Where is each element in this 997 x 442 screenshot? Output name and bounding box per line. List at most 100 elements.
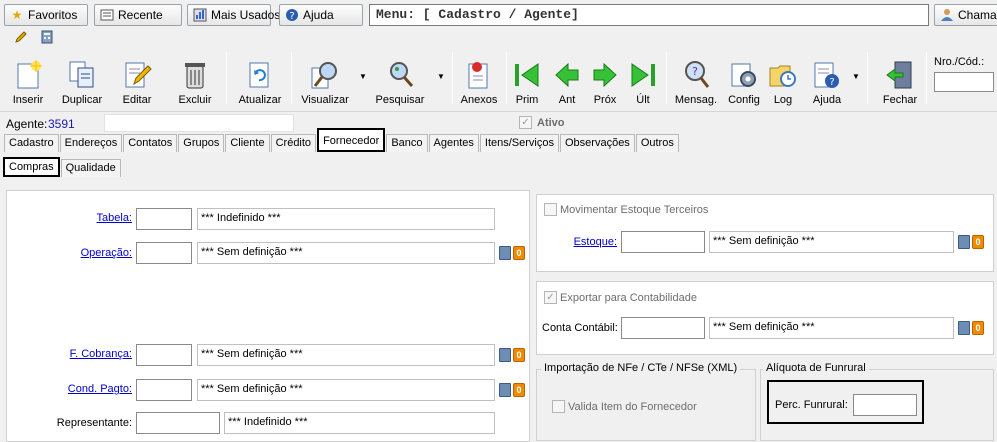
toolbar-separator: [452, 52, 453, 104]
conta-contabil-description: *** Sem definição ***: [709, 317, 954, 339]
refresh-icon: [245, 60, 275, 90]
operacao-lookup-button[interactable]: 0: [499, 244, 527, 262]
ajuda-toolbar-label: Ajuda: [812, 94, 842, 106]
exit-door-icon: [885, 60, 915, 90]
ajuda-toolbar-button[interactable]: ? Ajuda: [808, 50, 846, 106]
editar-button[interactable]: Editar: [118, 50, 156, 106]
log-label: Log: [773, 94, 793, 106]
pesquisar-dropdown-icon[interactable]: ▼: [437, 72, 445, 81]
cond-pagto-description: *** Sem definição ***: [197, 379, 495, 401]
recent-icon: [100, 8, 114, 22]
tab-cliente[interactable]: Cliente: [225, 134, 270, 152]
subtab-compras[interactable]: Compras: [3, 157, 60, 177]
representante-description: *** Indefinido ***: [224, 412, 495, 434]
nro-cod-input[interactable]: [934, 72, 994, 92]
ajuda-top-button[interactable]: ? Ajuda: [279, 4, 363, 26]
tab-banco[interactable]: Banco: [386, 134, 428, 152]
valida-label: Valida Item do Fornecedor: [568, 401, 697, 413]
chama-button[interactable]: Chama: [934, 4, 997, 26]
tab-itens-servi-os[interactable]: Itens/Serviços: [479, 134, 559, 152]
fechar-label: Fechar: [882, 94, 918, 106]
representante-input[interactable]: [136, 412, 220, 434]
svg-text:?: ?: [829, 77, 834, 88]
recente-label: Recente: [118, 8, 163, 22]
conta-contabil-input[interactable]: [621, 317, 705, 339]
ult-label: Últ: [636, 94, 650, 106]
toolbar-separator: [506, 52, 507, 104]
prim-label: Prim: [515, 94, 539, 106]
excluir-button[interactable]: Excluir: [176, 50, 214, 106]
mais-usados-button[interactable]: Mais Usados: [187, 4, 280, 26]
conta-contabil-lookup-button[interactable]: 0: [958, 319, 986, 337]
mensag-button[interactable]: ? Mensag.: [674, 50, 718, 106]
tab-outros[interactable]: Outros: [635, 134, 679, 152]
pesquisar-label: Pesquisar: [375, 94, 425, 106]
ant-button[interactable]: Ant: [552, 50, 582, 106]
valida-checkbox[interactable]: [552, 400, 565, 413]
tab-cadastro[interactable]: Cadastro: [4, 134, 59, 152]
svg-text:?: ?: [289, 11, 294, 22]
perc-funrural-label: Perc. Funrural:: [775, 399, 848, 411]
nro-cod-label: Nro./Cód.:: [934, 56, 985, 68]
cobranca-lookup-button[interactable]: 0: [499, 346, 527, 364]
estoque-input[interactable]: [621, 231, 705, 253]
perc-funrural-input[interactable]: [853, 394, 917, 416]
duplicar-button[interactable]: Duplicar: [60, 50, 104, 106]
tab-fornecedor[interactable]: Fornecedor: [317, 128, 386, 152]
operacao-input[interactable]: [136, 242, 192, 264]
ativo-checkbox[interactable]: ✓: [519, 116, 532, 129]
inserir-label: Inserir: [12, 94, 44, 106]
estoque-description: *** Sem definição ***: [709, 231, 954, 253]
attachment-icon: [464, 60, 494, 90]
estoque-lookup-button[interactable]: 0: [958, 233, 986, 251]
cobranca-link[interactable]: F. Cobrança:: [50, 348, 132, 360]
movimentar-checkbox[interactable]: [544, 203, 557, 216]
tab-grupos[interactable]: Grupos: [178, 134, 225, 152]
trash-icon: [180, 60, 210, 90]
search-icon: [385, 60, 415, 90]
exportar-checkbox[interactable]: ✓: [544, 291, 557, 304]
tabela-link[interactable]: Tabela:: [60, 212, 132, 224]
calculator-small-icon[interactable]: [40, 30, 54, 47]
menu-path-box: Menu: [ Cadastro / Agente]: [369, 4, 929, 26]
toolbar-separator: [867, 52, 868, 104]
edit-small-icon[interactable]: [14, 30, 28, 47]
visualizar-dropdown-icon[interactable]: ▼: [359, 72, 367, 81]
cobranca-description: *** Sem definição ***: [197, 344, 495, 366]
cond-pagto-input[interactable]: [136, 379, 192, 401]
fechar-button[interactable]: Fechar: [880, 50, 920, 106]
prox-button[interactable]: Próx: [590, 50, 620, 106]
tab-endere-os[interactable]: Endereços: [59, 134, 123, 152]
subtabs: Compras Qualidade: [3, 157, 122, 177]
log-button[interactable]: Log: [768, 50, 798, 106]
ant-label: Ant: [558, 94, 576, 106]
cond-pagto-lookup-button[interactable]: 0: [499, 381, 527, 399]
prim-button[interactable]: Prim: [512, 50, 542, 106]
calculator-icon: [499, 383, 511, 397]
favoritos-button[interactable]: ★ Favoritos: [4, 4, 88, 26]
tab-agentes[interactable]: Agentes: [428, 134, 479, 152]
toolbar-separator: [291, 52, 292, 104]
ajuda-dropdown-icon[interactable]: ▼: [852, 72, 860, 81]
anexos-button[interactable]: Anexos: [460, 50, 498, 106]
excluir-label: Excluir: [178, 94, 212, 106]
recente-button[interactable]: Recente: [94, 4, 182, 26]
operacao-link[interactable]: Operação:: [60, 247, 132, 259]
pesquisar-button[interactable]: Pesquisar: [374, 50, 426, 106]
ult-button[interactable]: Últ: [628, 50, 658, 106]
tab-cr-dito[interactable]: Crédito: [270, 134, 317, 152]
tabela-input[interactable]: [136, 208, 192, 230]
cobranca-input[interactable]: [136, 344, 192, 366]
subtab-qualidade[interactable]: Qualidade: [60, 159, 121, 177]
atualizar-button[interactable]: Atualizar: [237, 50, 283, 106]
config-button[interactable]: Config: [726, 50, 762, 106]
ativo-label: Ativo: [537, 117, 565, 129]
inserir-button[interactable]: Inserir: [8, 50, 48, 106]
estoque-link[interactable]: Estoque:: [560, 236, 617, 248]
cond-pagto-link[interactable]: Cond. Pagto:: [50, 383, 132, 395]
tab-observa-es[interactable]: Observações: [560, 134, 635, 152]
movimentar-label: Movimentar Estoque Terceiros: [560, 204, 709, 216]
visualizar-button[interactable]: Visualizar: [300, 50, 350, 106]
first-record-icon: [512, 60, 542, 90]
tab-contatos[interactable]: Contatos: [123, 134, 178, 152]
